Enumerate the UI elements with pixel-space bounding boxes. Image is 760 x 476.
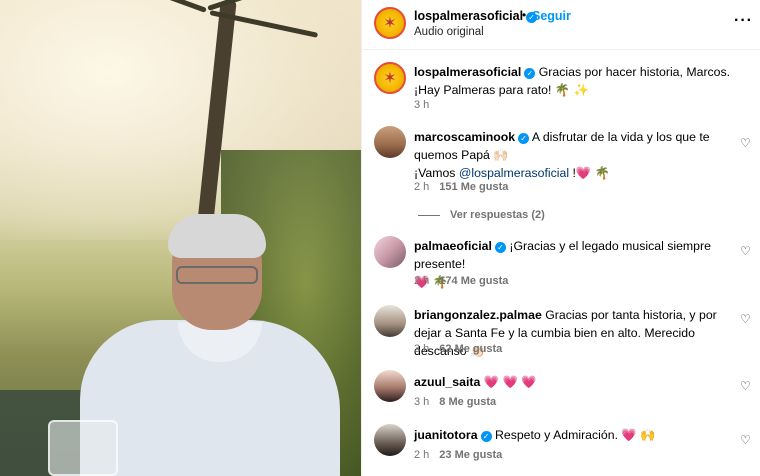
timestamp[interactable]: 3 h: [414, 99, 429, 111]
comments-panel: lospalmerasoficial✓ • Seguir Audio origi…: [361, 0, 760, 476]
comment-meta: 2 h 23 Me gusta: [414, 449, 512, 461]
timestamp[interactable]: 2 h: [414, 449, 429, 461]
heart-outline-icon[interactable]: ♡: [740, 137, 752, 149]
separator-dot: •: [522, 8, 527, 22]
caption-meta: 3 h: [414, 99, 439, 111]
comment-username[interactable]: palmaeoficial: [414, 239, 492, 253]
avatar[interactable]: [374, 62, 406, 94]
comment-text: juanitotora ✓ Respeto y Admiración. 💗 🙌: [414, 426, 734, 444]
drinking-glass: [48, 420, 118, 476]
comment-text: azuul_saita 💗 💗 💗: [414, 373, 734, 391]
man-hair: [168, 214, 266, 258]
comment-meta: 2 h 174 Me gusta: [414, 275, 518, 287]
avatar[interactable]: [374, 370, 406, 402]
man-glasses: [176, 266, 258, 284]
post-author-username[interactable]: lospalmerasoficial ✓: [414, 9, 538, 23]
post-header: lospalmerasoficial✓ • Seguir Audio origi…: [362, 0, 760, 50]
comment-text: marcoscaminook ✓ A disfrutar de la vida y…: [414, 128, 734, 182]
comment-meta: 3 h 8 Me gusta: [414, 396, 506, 408]
comment-username[interactable]: marcoscaminook: [414, 130, 515, 144]
comment-meta: 2 h 151 Me gusta: [414, 181, 518, 193]
comment-username[interactable]: azuul_saita: [414, 375, 480, 389]
more-horizontal-icon[interactable]: ···: [734, 12, 753, 30]
verified-badge-icon: ✓: [494, 242, 506, 253]
avatar[interactable]: [374, 126, 406, 158]
comment-meta: 3 h 62 Me gusta: [414, 343, 512, 355]
comment-body-prefix: ¡Vamos: [414, 166, 459, 180]
verified-badge-icon: ✓: [518, 133, 530, 144]
likes-count[interactable]: 174 Me gusta: [439, 275, 508, 287]
heart-outline-icon[interactable]: ♡: [740, 434, 752, 446]
comment-username[interactable]: briangonzalez.palmae: [414, 308, 542, 322]
likes-count[interactable]: 151 Me gusta: [439, 181, 508, 193]
comment-body: 💗 💗 💗: [483, 375, 537, 389]
post-media[interactable]: [0, 0, 361, 476]
mention-link[interactable]: @lospalmerasoficial: [459, 166, 569, 180]
likes-count[interactable]: 8 Me gusta: [439, 396, 496, 408]
timestamp[interactable]: 3 h: [414, 396, 429, 408]
heart-outline-icon[interactable]: ♡: [740, 245, 752, 257]
caption-text: lospalmerasoficial ✓ Gracias por hacer hi…: [414, 63, 734, 99]
heart-outline-icon[interactable]: ♡: [740, 313, 752, 325]
view-replies-button[interactable]: Ver respuestas (2): [418, 209, 545, 221]
view-replies-label[interactable]: Ver respuestas (2): [450, 209, 545, 221]
verified-badge-icon: ✓: [524, 68, 536, 79]
avatar[interactable]: [374, 305, 406, 337]
likes-count[interactable]: 23 Me gusta: [439, 449, 502, 461]
audio-label[interactable]: Audio original: [414, 26, 484, 38]
comment-body: Respeto y Admiración. 💗 🙌: [494, 428, 656, 442]
avatar[interactable]: [374, 424, 406, 456]
likes-count[interactable]: 62 Me gusta: [439, 343, 502, 355]
verified-badge-icon: ✓: [480, 431, 492, 442]
follow-button[interactable]: Seguir: [532, 9, 571, 23]
avatar[interactable]: [374, 236, 406, 268]
comment-body-suffix: !💗 🌴: [569, 166, 610, 180]
replies-divider: [418, 214, 440, 216]
avatar[interactable]: [374, 7, 406, 39]
heart-outline-icon[interactable]: ♡: [740, 380, 752, 392]
timestamp[interactable]: 2 h: [414, 181, 429, 193]
timestamp[interactable]: 3 h: [414, 343, 429, 355]
caption-username[interactable]: lospalmerasoficial: [414, 65, 521, 79]
username-text[interactable]: lospalmerasoficial: [414, 9, 523, 23]
comment-username[interactable]: juanitotora: [414, 428, 478, 442]
timestamp[interactable]: 2 h: [414, 275, 429, 287]
